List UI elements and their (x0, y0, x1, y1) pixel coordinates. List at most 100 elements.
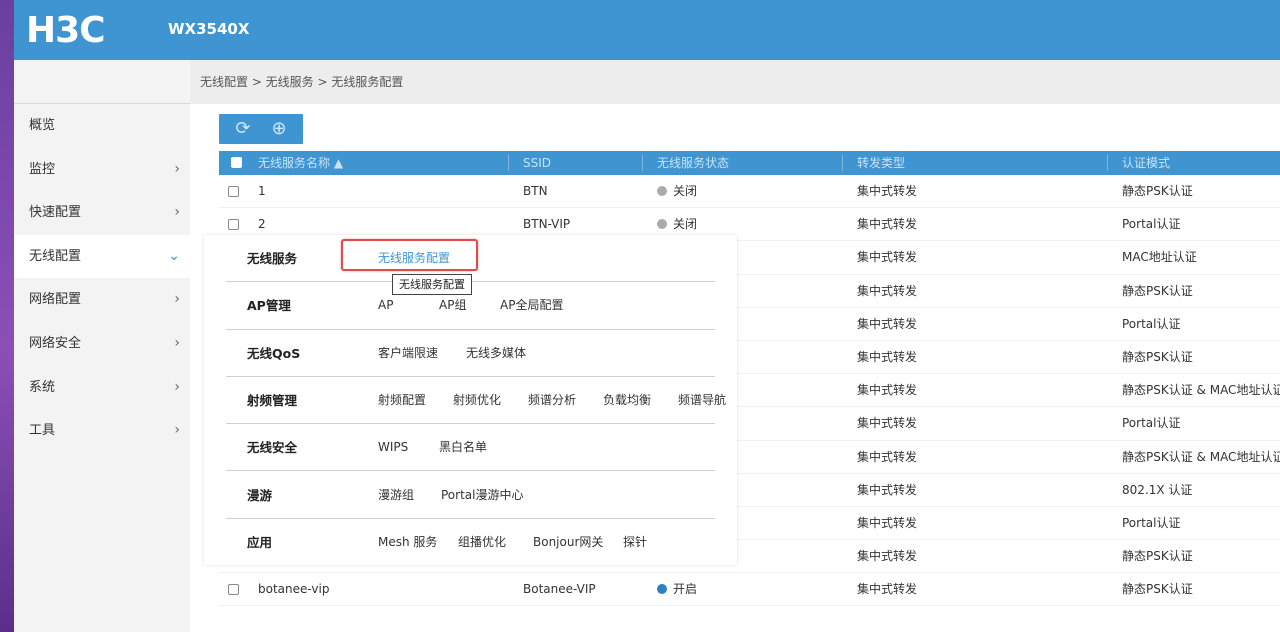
cell-auth-mode: 静态PSK认证 (1122, 184, 1193, 198)
mega-menu-link[interactable]: 射频优化 (453, 377, 501, 424)
device-model: WX3540X (168, 20, 250, 38)
chevron-right-icon: › (174, 160, 180, 177)
sidebar-item-wireless-config[interactable]: 无线配置 ⌄ (14, 234, 190, 279)
mega-menu-link[interactable]: WIPS (378, 424, 408, 471)
cell-forward-type: 集中式转发 (857, 217, 918, 232)
mega-menu-link[interactable]: 漫游组 (378, 472, 414, 519)
row-checkbox[interactable] (228, 219, 239, 231)
cell-auth-mode: 静态PSK认证 (1122, 582, 1193, 597)
cell-forward-type: 集中式转发 (857, 549, 918, 564)
mega-menu-link[interactable]: 射频配置 (378, 377, 426, 424)
mega-menu-group-wireless-security: 无线安全 WIPS 黑白名单 (226, 424, 715, 472)
sidebar-item-label: 概览 (29, 118, 56, 133)
mega-menu-link[interactable]: Bonjour网关 (533, 519, 603, 566)
mega-menu-group-title: 无线安全 (247, 440, 298, 456)
mega-menu-link[interactable]: 黑白名单 (439, 424, 487, 471)
sidebar-item-system[interactable]: 系统 › (14, 366, 190, 410)
cell-auth-mode: MAC地址认证 (1122, 250, 1197, 265)
sidebar-item-label: 工具 (29, 423, 56, 439)
mega-menu-link[interactable]: 客户端限速 (378, 330, 438, 377)
chevron-right-icon: › (174, 291, 180, 308)
sidebar-item-monitor[interactable]: 监控 › (14, 148, 190, 192)
table-row[interactable]: 1 BTN 关闭 集中式转发 静态PSK认证 (219, 175, 1280, 209)
status-dot-icon (657, 186, 667, 196)
sidebar-item-label: 网络配置 (29, 292, 82, 308)
mega-menu-link[interactable]: AP全局配置 (500, 282, 563, 329)
breadcrumb: 无线配置 > 无线服务 > 无线服务配置 (190, 60, 1280, 104)
cell-auth-mode: Portal认证 (1122, 316, 1181, 331)
cell-forward-type: 集中式转发 (857, 316, 918, 331)
chevron-right-icon: › (174, 334, 180, 351)
app-window: H3C WX3540X 概览 监控 › 快速配置 › 无线配置 ⌄ 网络配置 ›… (14, 0, 1280, 632)
cell-status: 开启 (673, 582, 698, 597)
sidebar-item-label: 系统 (29, 379, 56, 395)
sidebar-item-label: 快速配置 (29, 205, 82, 221)
cell-ssid: BTN (523, 184, 548, 198)
sidebar-item-label: 无线配置 (29, 248, 82, 264)
mega-menu-link[interactable]: 频谱分析 (528, 377, 576, 424)
column-header-forward-type[interactable]: 转发类型 (857, 151, 905, 175)
sidebar-item-network-config[interactable]: 网络配置 › (14, 278, 190, 322)
sidebar-item-overview[interactable]: 概览 (14, 104, 190, 148)
mega-menu-group-roaming: 漫游 漫游组 Portal漫游中心 (226, 472, 715, 519)
column-header-auth-mode[interactable]: 认证模式 (1122, 151, 1170, 175)
mega-menu-group-title: 漫游 (247, 487, 273, 503)
status-dot-icon (657, 584, 667, 595)
cell-auth-mode: 静态PSK认证 (1122, 283, 1193, 298)
cell-forward-type: 集中式转发 (857, 582, 918, 597)
mega-menu-group-title: 无线QoS (247, 345, 301, 361)
table-row[interactable]: botanee-vip Botanee-VIP 开启 集中式转发 静态PSK认证 (219, 573, 1280, 607)
chevron-right-icon: › (174, 378, 180, 395)
mega-menu-group-wireless-qos: 无线QoS 客户端限速 无线多媒体 (226, 330, 715, 377)
row-checkbox[interactable] (228, 186, 239, 197)
column-header-name[interactable]: 无线服务名称 ▲ (258, 151, 343, 175)
cell-auth-mode: 802.1X 认证 (1122, 482, 1193, 497)
refresh-icon[interactable]: ⟳ (235, 114, 250, 144)
cell-ssid: Botanee-VIP (523, 582, 596, 597)
mega-menu-group-rf-management: 射频管理 射频配置 射频优化 频谱分析 负载均衡 频谱导航 (226, 377, 726, 425)
row-checkbox[interactable] (228, 584, 239, 596)
sidebar-item-label: 监控 (29, 161, 56, 177)
mega-menu-group-title: 无线服务 (247, 251, 298, 266)
cell-status: 关闭 (673, 184, 698, 198)
mega-menu-link[interactable]: 频谱导航 (678, 377, 726, 424)
sidebar-item-tools[interactable]: 工具 › (14, 409, 190, 453)
h3c-logo: H3C (26, 10, 106, 51)
top-header: H3C WX3540X (14, 0, 1280, 60)
cell-auth-mode: Portal认证 (1122, 416, 1181, 431)
mega-menu-group-title: 应用 (247, 534, 273, 550)
sidebar-item-network-security[interactable]: 网络安全 › (14, 322, 190, 366)
table-header: 无线服务名称 ▲ SSID 无线服务状态 转发类型 认证模式 (219, 151, 1280, 175)
sidebar-item-label: 网络安全 (29, 335, 82, 351)
chevron-down-icon: ⌄ (168, 247, 180, 264)
cell-forward-type: 集中式转发 (857, 515, 918, 530)
mega-menu-group-application: 应用 Mesh 服务 组播优化 Bonjour网关 探针 (226, 519, 715, 566)
chevron-right-icon: › (174, 204, 180, 221)
cell-service-name: 1 (258, 184, 266, 198)
mega-menu-link[interactable]: 负载均衡 (603, 377, 651, 424)
sidebar-item-quick-config[interactable]: 快速配置 › (14, 191, 190, 235)
column-header-ssid[interactable]: SSID (523, 151, 551, 175)
mega-menu-link[interactable]: 组播优化 (458, 519, 506, 566)
cell-status: 关闭 (673, 217, 698, 232)
cell-auth-mode: 静态PSK认证 & MAC地址认证 (1122, 383, 1280, 398)
table-toolbar: ⟳ ⊕ (219, 114, 303, 144)
mega-menu-link[interactable]: 无线多媒体 (466, 330, 526, 377)
mega-menu-link[interactable]: 探针 (623, 519, 647, 566)
mega-menu-link[interactable]: Portal漫游中心 (441, 472, 523, 519)
add-icon[interactable]: ⊕ (271, 114, 286, 144)
cell-forward-type: 集中式转发 (857, 416, 918, 431)
cell-forward-type: 集中式转发 (857, 482, 918, 497)
mega-menu-link[interactable]: Mesh 服务 (378, 519, 437, 566)
cell-service-name: botanee-vip (258, 582, 330, 597)
column-header-status[interactable]: 无线服务状态 (657, 151, 729, 175)
select-all-checkbox[interactable] (231, 157, 242, 168)
cell-auth-mode: 静态PSK认证 & MAC地址认证 (1122, 449, 1280, 464)
cell-forward-type: 集中式转发 (857, 283, 918, 298)
cell-auth-mode: Portal认证 (1122, 217, 1181, 232)
cell-forward-type: 集中式转发 (857, 449, 918, 464)
status-dot-icon (657, 219, 667, 230)
cell-forward-type: 集中式转发 (857, 250, 918, 265)
cell-forward-type: 集中式转发 (857, 349, 918, 364)
highlight-annotation-box (341, 239, 478, 271)
